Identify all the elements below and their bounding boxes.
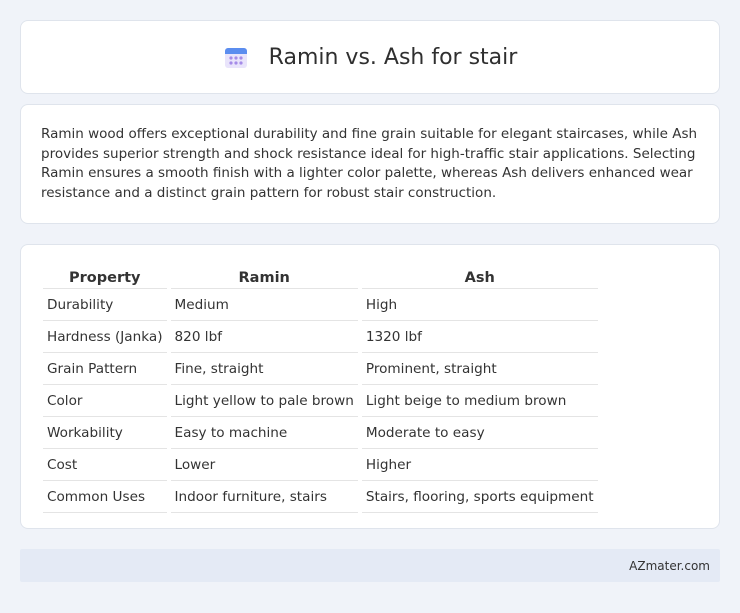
cell-ramin: Medium	[170, 291, 358, 321]
page-title: Ramin vs. Ash for stair	[268, 44, 518, 70]
cell-ramin: Lower	[170, 451, 358, 481]
table-row: Cost Lower Higher	[43, 451, 598, 481]
cell-property: Hardness (Janka)	[43, 323, 167, 353]
cell-ash: Higher	[361, 451, 598, 481]
cell-ramin: Easy to machine	[170, 419, 358, 449]
cell-property: Cost	[43, 451, 167, 481]
cell-ash: High	[361, 291, 598, 321]
cell-ash: Moderate to easy	[361, 419, 598, 449]
description-text: Ramin wood offers exceptional durability…	[41, 126, 698, 201]
table-row: Durability Medium High	[43, 291, 598, 321]
table-row: Common Uses Indoor furniture, stairs Sta…	[43, 483, 598, 513]
footer-brand: AZmater.com	[629, 558, 710, 573]
cell-ash: Light beige to medium brown	[361, 387, 598, 417]
cell-property: Common Uses	[43, 483, 167, 513]
cell-ramin: Fine, straight	[170, 355, 358, 385]
cell-property: Workability	[43, 419, 167, 449]
cell-ash: Stairs, flooring, sports equipment	[361, 483, 598, 513]
table-header-row: Property Ramin Ash	[43, 267, 598, 289]
title-card: Ramin vs. Ash for stair	[20, 20, 720, 94]
header-ash: Ash	[361, 267, 598, 289]
title-wrap: Ramin vs. Ash for stair	[223, 44, 518, 70]
cell-ash: 1320 lbf	[361, 323, 598, 353]
description-card: Ramin wood offers exceptional durability…	[20, 104, 720, 224]
header-ramin: Ramin	[170, 267, 358, 289]
table-row: Color Light yellow to pale brown Light b…	[43, 387, 598, 417]
cell-property: Grain Pattern	[43, 355, 167, 385]
table-row: Grain Pattern Fine, straight Prominent, …	[43, 355, 598, 385]
table-row: Workability Easy to machine Moderate to …	[43, 419, 598, 449]
comparison-table: Property Ramin Ash Durability Medium Hig…	[39, 265, 602, 515]
cell-ramin: 820 lbf	[170, 323, 358, 353]
cell-ramin: Light yellow to pale brown	[170, 387, 358, 417]
footer: AZmater.com	[20, 549, 720, 582]
comparison-card: Property Ramin Ash Durability Medium Hig…	[20, 244, 720, 529]
calendar-icon	[224, 48, 247, 68]
cell-ramin: Indoor furniture, stairs	[170, 483, 358, 513]
cell-property: Color	[43, 387, 167, 417]
table-row: Hardness (Janka) 820 lbf 1320 lbf	[43, 323, 598, 353]
cell-ash: Prominent, straight	[361, 355, 598, 385]
header-property: Property	[43, 267, 167, 289]
cell-property: Durability	[43, 291, 167, 321]
